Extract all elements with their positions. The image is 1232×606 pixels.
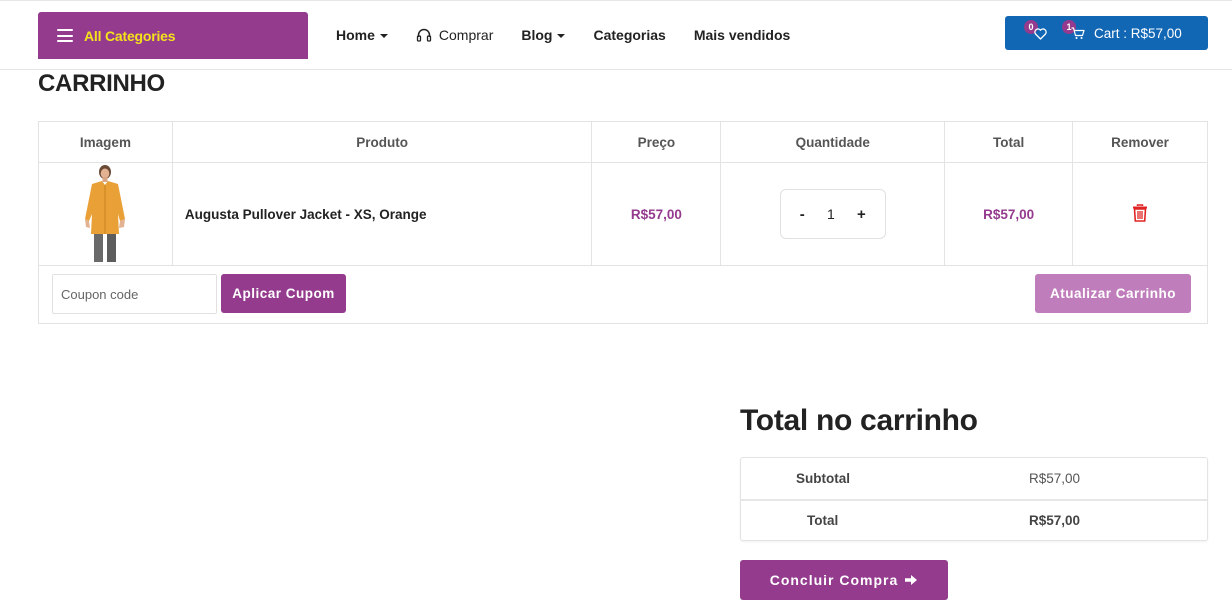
shopping-cart-icon — [1071, 27, 1085, 45]
nav-item-categorias[interactable]: Categorias — [593, 27, 665, 43]
subtotal-label: Subtotal — [796, 471, 850, 486]
quantity-increase-button[interactable]: + — [857, 206, 866, 223]
remove-cell — [1072, 162, 1208, 266]
all-categories-label: All Categories — [84, 27, 176, 44]
all-categories-button[interactable]: All Categories — [38, 12, 308, 59]
quantity-stepper[interactable]: - 1 + — [779, 189, 886, 239]
column-header-price: Preço — [591, 121, 722, 163]
cart-table: Imagem Produto Preço Quantidade Total Re… — [38, 121, 1208, 266]
product-price: R$57,00 — [591, 162, 722, 266]
cart-totals-title: Total no carrinho — [740, 404, 978, 437]
table-row: Augusta Pullover Jacket - XS, Orange R$5… — [38, 162, 1208, 266]
caret-down-icon — [379, 33, 388, 38]
column-header-product: Produto — [171, 121, 593, 163]
product-name[interactable]: Augusta Pullover Jacket - XS, Orange — [171, 162, 593, 266]
quantity-decrease-button[interactable]: - — [800, 206, 805, 223]
heart-icon[interactable] — [1034, 27, 1047, 45]
arrow-right-icon — [904, 574, 918, 586]
column-header-quantity: Quantidade — [720, 121, 946, 163]
nav-home-label: Home — [336, 27, 375, 43]
column-header-total: Total — [944, 121, 1074, 163]
cart-total-label: Cart : R$57,00 — [1094, 26, 1182, 41]
product-image[interactable] — [75, 164, 135, 264]
checkout-button[interactable]: Concluir Compra — [740, 560, 948, 600]
caret-down-icon — [557, 33, 566, 38]
line-total: R$57,00 — [944, 162, 1074, 266]
quantity-value[interactable]: 1 — [827, 206, 835, 222]
coupon-row: Aplicar Cupom Atualizar Carrinho — [38, 264, 1208, 324]
page-title: CARRINHO — [38, 70, 165, 97]
total-label: Total — [807, 513, 839, 528]
product-image-cell — [38, 162, 173, 266]
apply-coupon-button[interactable]: Aplicar Cupom — [221, 274, 346, 313]
nav-comprar-label: Comprar — [438, 27, 494, 43]
main-nav: Home Comprar Blog Categorias Mais vendid… — [336, 25, 818, 45]
subtotal-row: Subtotal R$57,00 — [741, 458, 1207, 499]
quantity-cell: - 1 + — [720, 162, 946, 266]
nav-item-blog[interactable]: Blog — [521, 27, 566, 43]
column-header-image: Imagem — [38, 121, 173, 163]
nav-item-home[interactable]: Home — [336, 27, 388, 43]
subtotal-value: R$57,00 — [1029, 471, 1081, 486]
site-header: All Categories Home Comprar Blog Categor… — [0, 0, 1232, 70]
update-cart-button[interactable]: Atualizar Carrinho — [1035, 274, 1191, 313]
total-row: Total R$57,00 — [741, 499, 1207, 540]
total-value: R$57,00 — [1029, 513, 1081, 528]
nav-item-mais-vendidos[interactable]: Mais vendidos — [694, 27, 790, 43]
table-header-row: Imagem Produto Preço Quantidade Total Re… — [38, 121, 1208, 163]
nav-categorias-label: Categorias — [593, 27, 666, 43]
coupon-code-input[interactable] — [52, 274, 217, 314]
nav-blog-label: Blog — [521, 27, 553, 43]
trash-icon[interactable] — [1132, 203, 1148, 225]
checkout-label: Concluir Compra — [769, 572, 899, 588]
menu-icon — [57, 29, 73, 42]
cart-button[interactable]: 0 1 Cart : R$57,00 — [1005, 16, 1208, 50]
nav-item-comprar[interactable]: Comprar — [416, 27, 493, 43]
headset-icon — [416, 28, 432, 43]
nav-mais-vendidos-label: Mais vendidos — [693, 27, 791, 43]
column-header-remove: Remover — [1072, 121, 1208, 163]
cart-totals-table: Subtotal R$57,00 Total R$57,00 — [740, 457, 1208, 541]
